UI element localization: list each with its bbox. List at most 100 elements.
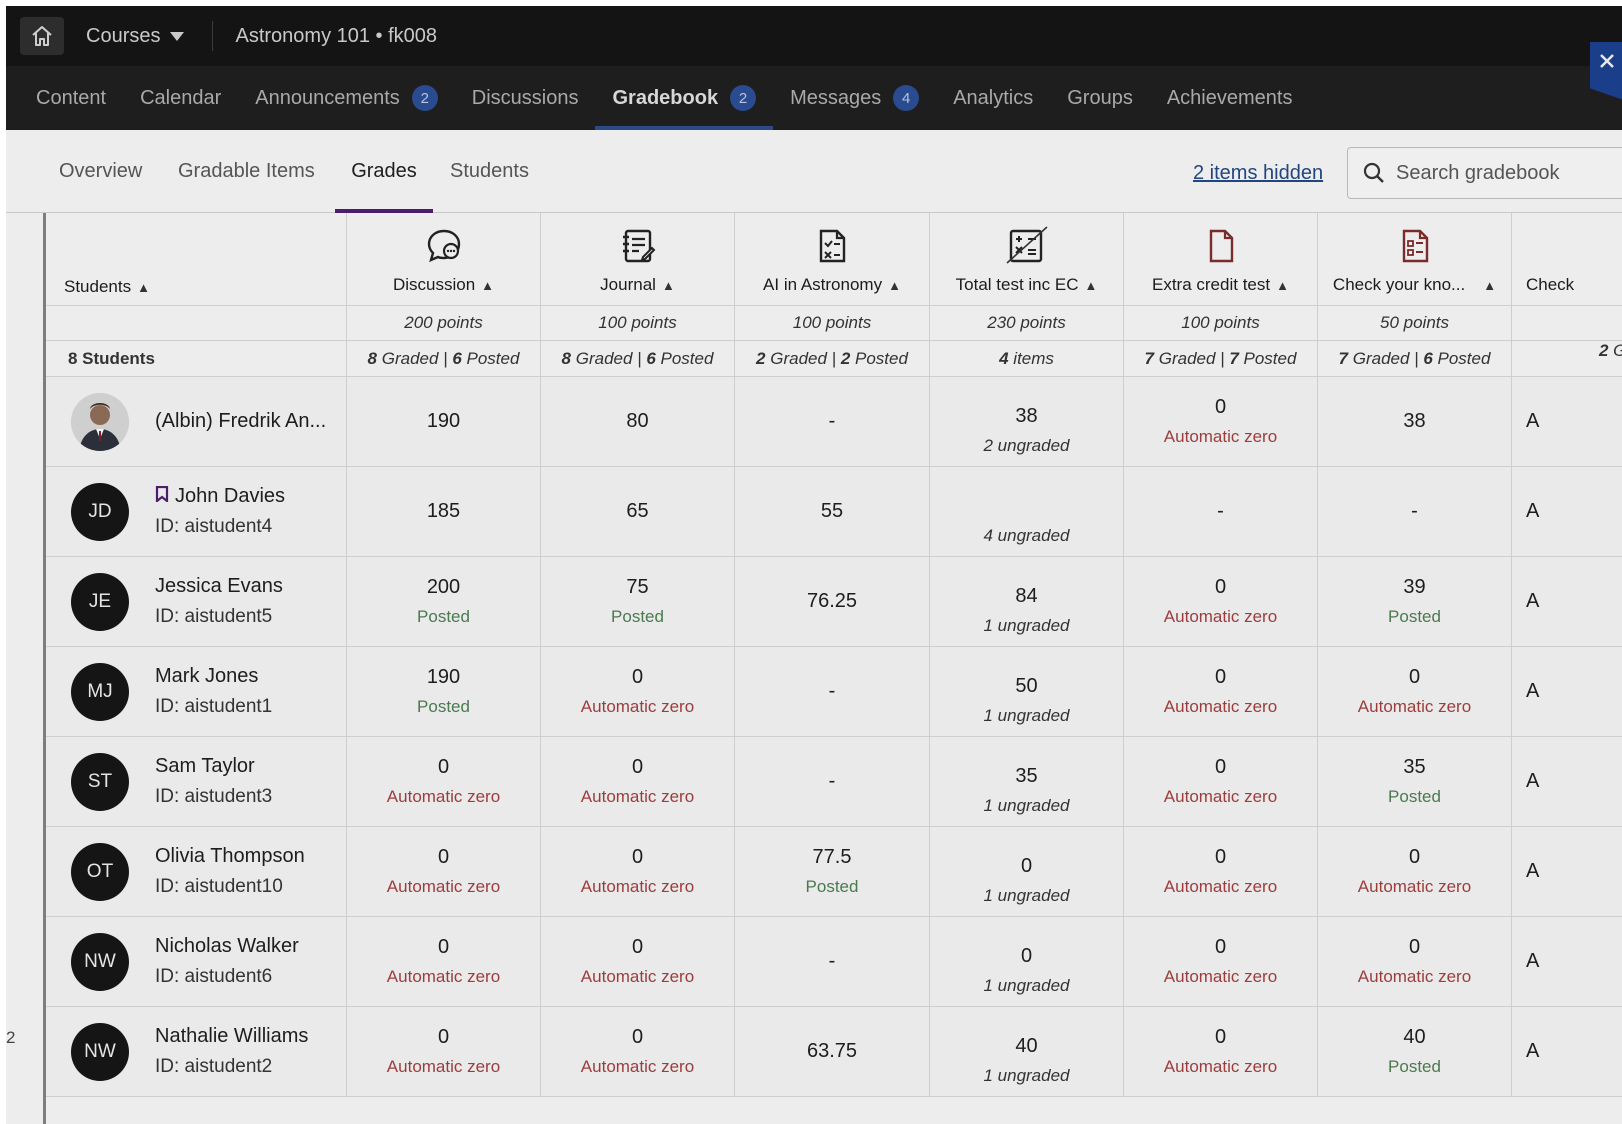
student-name[interactable]: Olivia Thompson [155,845,305,868]
grade-cell[interactable]: - [1318,467,1512,557]
grade-cell[interactable]: A [1512,737,1622,827]
grade-cell[interactable]: 35 Posted [1318,737,1512,827]
grade-cell[interactable]: A [1512,827,1622,917]
column-header-check-your-knowledge[interactable]: Check your kno... ▲︎ [1318,213,1512,306]
grade-cell[interactable]: 0 Automatic zero [541,647,735,737]
courses-menu[interactable]: Courses [86,25,185,48]
grade-cell[interactable]: A [1512,647,1622,737]
student-cell[interactable]: NW Nathalie Williams ID: aistudent2 [46,1007,347,1097]
subtab-gradable-items[interactable]: Gradable Items [162,130,331,212]
subtab-students[interactable]: Students [434,130,545,212]
sort-icon[interactable]: ▲︎ [1276,278,1289,293]
grade-cell[interactable]: 55 [735,467,930,557]
subtab-grades[interactable]: Grades [335,130,433,213]
grade-cell[interactable]: 0 Automatic zero [541,737,735,827]
student-name[interactable]: (Albin) Fredrik An... [155,410,326,433]
tab-analytics[interactable]: Analytics [936,66,1050,130]
grade-cell[interactable]: 200 Posted [347,557,541,647]
tab-achievements[interactable]: Achievements [1150,66,1310,130]
student-cell[interactable]: JD John Davies ID: aistudent4 [46,467,347,557]
grade-cell[interactable]: 77.5 Posted [735,827,930,917]
grade-cell[interactable]: - [735,737,930,827]
grade-cell[interactable]: 185 [347,467,541,557]
grade-cell[interactable]: 50 1 ungraded [930,647,1124,737]
grade-cell[interactable]: 0 Automatic zero [1318,917,1512,1007]
tab-discussions[interactable]: Discussions [455,66,596,130]
grade-cell[interactable]: - [735,377,930,467]
grade-cell[interactable]: A [1512,377,1622,467]
grade-cell[interactable]: A [1512,557,1622,647]
grade-cell[interactable]: 39 Posted [1318,557,1512,647]
grade-cell[interactable]: 40 1 ungraded [930,1007,1124,1097]
grade-cell[interactable]: 84 1 ungraded [930,557,1124,647]
grade-cell[interactable]: A [1512,917,1622,1007]
home-button[interactable] [20,17,64,55]
grade-cell[interactable]: 0 Automatic zero [1124,917,1318,1007]
tab-gradebook[interactable]: Gradebook 2 [595,66,773,130]
grade-cell[interactable]: - [1124,467,1318,557]
hidden-items-link[interactable]: 2 items hidden [1193,162,1323,185]
column-header-journal[interactable]: Journal ▲︎ [541,213,735,306]
student-name[interactable]: Sam Taylor [155,755,255,778]
grade-cell[interactable]: 75 Posted [541,557,735,647]
grade-cell[interactable]: A [1512,1007,1622,1097]
student-name[interactable]: John Davies [175,485,285,508]
grade-cell[interactable]: 80 [541,377,735,467]
student-cell[interactable]: OT Olivia Thompson ID: aistudent10 [46,827,347,917]
student-cell[interactable]: ST Sam Taylor ID: aistudent3 [46,737,347,827]
tab-groups[interactable]: Groups [1050,66,1150,130]
grade-cell[interactable]: 0 1 ungraded [930,827,1124,917]
grade-cell[interactable]: - [735,647,930,737]
grade-cell[interactable]: 4 ungraded [930,467,1124,557]
grade-cell[interactable]: 0 Automatic zero [347,917,541,1007]
tab-content[interactable]: Content [6,66,123,130]
column-header-total-test[interactable]: Total test inc EC ▲︎ [930,213,1124,306]
student-cell[interactable]: NW Nicholas Walker ID: aistudent6 [46,917,347,1007]
student-name[interactable]: Nathalie Williams [155,1025,308,1048]
tab-calendar[interactable]: Calendar [123,66,238,130]
tab-messages[interactable]: Messages 4 [773,66,936,130]
column-header-ai-in-astronomy[interactable]: AI in Astronomy ▲︎ [735,213,930,306]
grade-cell[interactable]: 0 Automatic zero [347,737,541,827]
subtab-overview[interactable]: Overview [43,130,158,212]
student-cell[interactable]: (Albin) Fredrik An... [46,377,347,467]
sort-icon[interactable]: ▲︎ [662,278,675,293]
grade-cell[interactable]: 190 Posted [347,647,541,737]
sort-icon[interactable]: ▲︎ [1483,278,1496,293]
grade-cell[interactable]: 0 Automatic zero [1124,557,1318,647]
sort-icon[interactable]: ▲︎ [888,278,901,293]
tab-announcements[interactable]: Announcements 2 [238,66,455,130]
grade-cell[interactable]: 0 Automatic zero [541,827,735,917]
students-column-header[interactable]: Students ▲︎ [46,213,347,306]
student-cell[interactable]: JE Jessica Evans ID: aistudent5 [46,557,347,647]
grade-cell[interactable]: 0 Automatic zero [541,1007,735,1097]
grade-cell[interactable]: 63.75 [735,1007,930,1097]
grade-cell[interactable]: 76.25 [735,557,930,647]
grade-cell[interactable]: 190 [347,377,541,467]
sort-icon[interactable]: ▲︎ [481,278,494,293]
grade-cell[interactable]: 0 Automatic zero [347,1007,541,1097]
column-header-check[interactable]: Check [1512,213,1622,306]
grade-cell[interactable]: 0 Automatic zero [1318,647,1512,737]
column-header-discussion[interactable]: Discussion ▲︎ [347,213,541,306]
grade-cell[interactable]: 0 Automatic zero [1124,827,1318,917]
grade-cell[interactable]: 0 Automatic zero [347,827,541,917]
column-header-extra-credit-test[interactable]: Extra credit test ▲︎ [1124,213,1318,306]
grade-cell[interactable]: 0 Automatic zero [541,917,735,1007]
grade-cell[interactable]: 35 1 ungraded [930,737,1124,827]
grade-cell[interactable]: 0 Automatic zero [1124,737,1318,827]
grade-cell[interactable]: 0 Automatic zero [1124,377,1318,467]
grade-cell[interactable]: 40 Posted [1318,1007,1512,1097]
sort-icon[interactable]: ▲︎ [1084,278,1097,293]
grade-cell[interactable]: 0 Automatic zero [1318,827,1512,917]
search-gradebook[interactable] [1347,147,1622,199]
grade-cell[interactable]: 0 Automatic zero [1124,647,1318,737]
grade-cell[interactable]: 65 [541,467,735,557]
grade-cell[interactable]: - [735,917,930,1007]
sort-icon[interactable]: ▲︎ [137,280,150,295]
grade-cell[interactable]: 0 Automatic zero [1124,1007,1318,1097]
search-input[interactable] [1394,160,1622,186]
student-name[interactable]: Jessica Evans [155,575,283,598]
grade-cell[interactable]: 0 1 ungraded [930,917,1124,1007]
grade-cell[interactable]: 38 2 ungraded [930,377,1124,467]
